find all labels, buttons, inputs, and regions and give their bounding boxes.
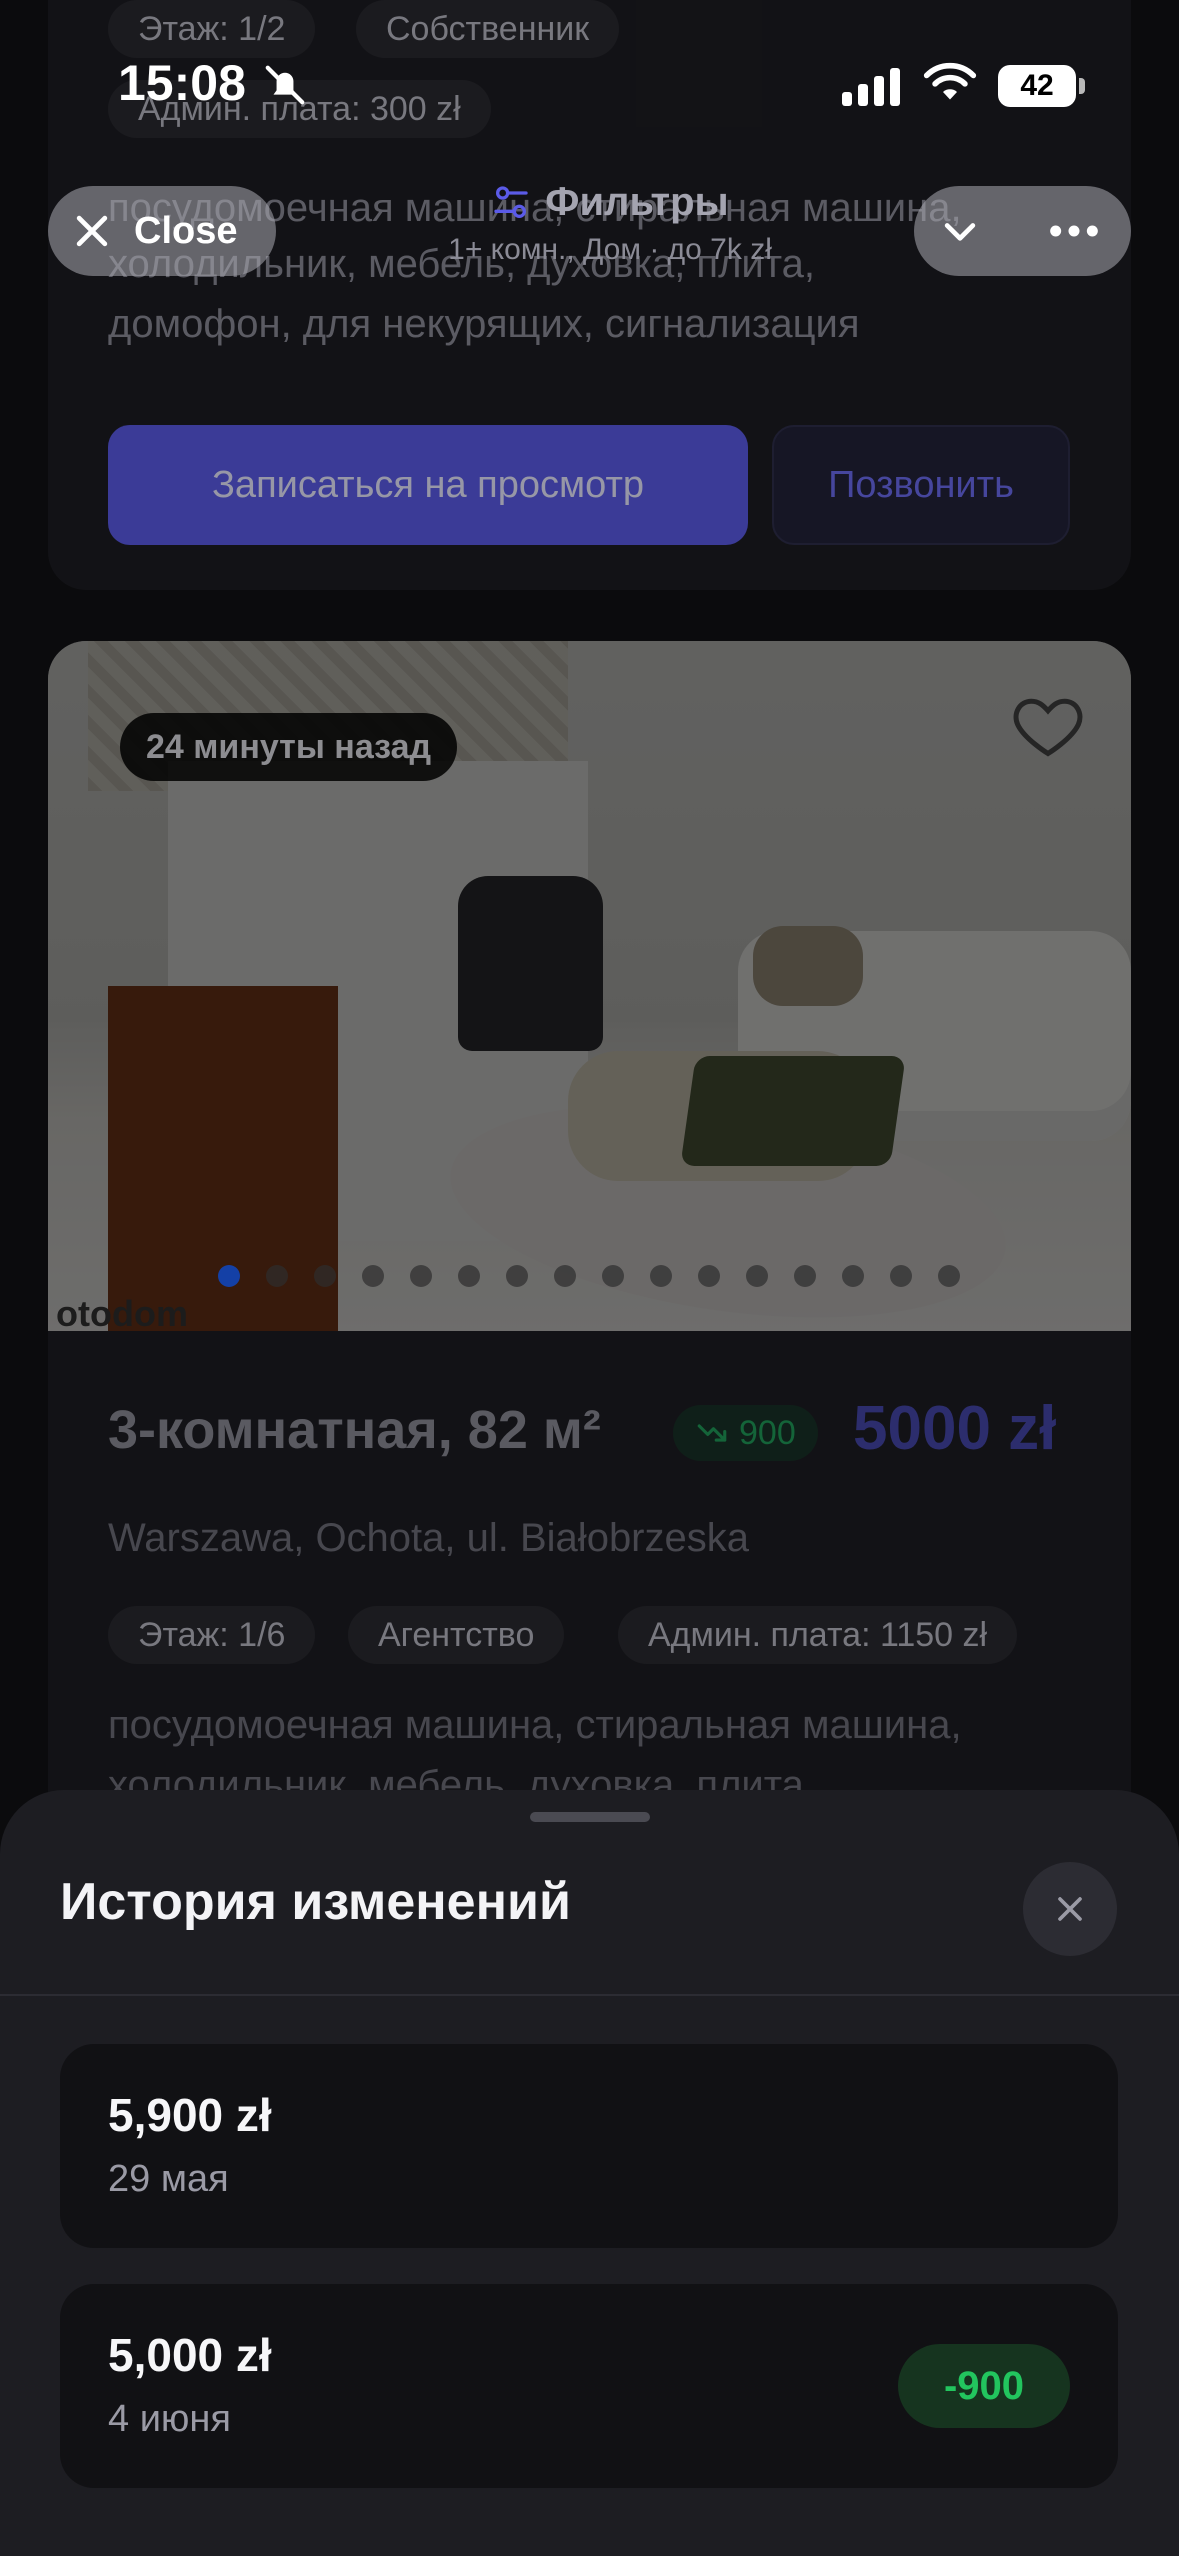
- history-date: 29 мая: [108, 2158, 229, 2200]
- mini-app-menu[interactable]: [914, 186, 1131, 276]
- sheet-divider: [0, 1994, 1179, 1996]
- filter-sliders-icon: [494, 185, 528, 218]
- battery-indicator: 42: [998, 65, 1076, 107]
- close-button[interactable]: Close: [48, 186, 276, 276]
- history-item: 5,900 zł 29 мая: [60, 2044, 1118, 2248]
- history-date: 4 июня: [108, 2398, 231, 2440]
- bell-slash-icon: [265, 65, 305, 105]
- battery-tip: [1079, 78, 1085, 94]
- sheet-close-button[interactable]: [1023, 1862, 1117, 1956]
- sheet-grabber[interactable]: [530, 1812, 650, 1822]
- chevron-down-icon[interactable]: [938, 209, 982, 253]
- price-history-sheet: История изменений 5,900 zł 29 мая 5,000 …: [0, 1790, 1179, 2556]
- sheet-title: История изменений: [60, 1873, 571, 1931]
- history-price: 5,000 zł: [108, 2329, 272, 2381]
- status-time: 15:08: [118, 55, 246, 111]
- close-icon: [76, 215, 108, 247]
- filters-button[interactable]: Фильтры 1+ комн., Дом · до 7k zł: [395, 180, 825, 267]
- more-icon[interactable]: [1046, 209, 1102, 253]
- history-price: 5,900 zł: [108, 2089, 272, 2141]
- filters-summary: 1+ комн., Дом · до 7k zł: [448, 233, 772, 266]
- signal-icon: [842, 66, 900, 106]
- wifi-icon: [923, 62, 977, 100]
- history-item: 5,000 zł 4 июня -900: [60, 2284, 1118, 2488]
- close-label: Close: [134, 209, 238, 252]
- history-delta-badge: -900: [898, 2344, 1070, 2428]
- close-icon: [1058, 1897, 1082, 1921]
- filters-title: Фильтры: [545, 180, 729, 224]
